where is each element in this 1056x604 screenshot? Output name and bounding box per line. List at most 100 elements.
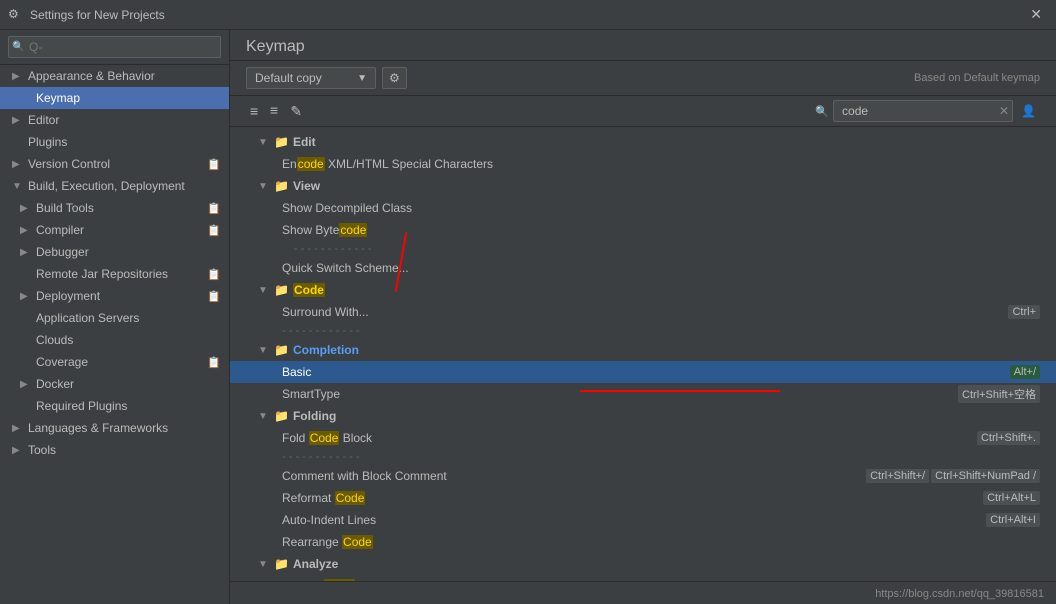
- sidebar-item-clouds[interactable]: Clouds: [0, 329, 229, 351]
- sidebar-item-label: Docker: [36, 377, 74, 391]
- sidebar-item-label: Clouds: [36, 333, 73, 347]
- km-shortcut: Ctrl+: [1008, 305, 1040, 319]
- sidebar-item-label: Required Plugins: [36, 399, 127, 413]
- km-item-quick-switch[interactable]: Quick Switch Scheme...: [230, 257, 1056, 279]
- arrow-down-icon: ▼: [258, 137, 272, 148]
- sidebar-item-keymap[interactable]: Keymap: [0, 87, 229, 109]
- km-group-edit[interactable]: ▼ 📁 Edit: [230, 131, 1056, 153]
- highlight-code: Code: [309, 431, 340, 445]
- search-options-button[interactable]: 👤: [1017, 102, 1040, 120]
- edit-button[interactable]: ✎: [286, 101, 306, 122]
- sidebar-item-remote-jar[interactable]: Remote Jar Repositories 📋: [0, 263, 229, 285]
- km-item-basic[interactable]: Basic Alt+/: [230, 361, 1056, 383]
- sidebar-item-deployment[interactable]: ▶ Deployment 📋: [0, 285, 229, 307]
- km-label: SmartType: [282, 387, 954, 401]
- app-icon: ⚙: [8, 7, 24, 23]
- copy-icon: 📋: [207, 202, 221, 215]
- km-item-comment-block[interactable]: Comment with Block Comment Ctrl+Shift+/ …: [230, 465, 1056, 487]
- keymap-controls: Default copy ▼ ⚙ Based on Default keymap: [230, 61, 1056, 96]
- sidebar-item-plugins[interactable]: Plugins: [0, 131, 229, 153]
- search-wrap: [8, 36, 221, 58]
- km-label: Basic: [282, 365, 644, 379]
- highlight-code: code: [339, 223, 367, 237]
- sidebar-item-app-servers[interactable]: Application Servers: [0, 307, 229, 329]
- highlight-code: code: [297, 157, 325, 171]
- keymap-dropdown[interactable]: Default copy ▼: [246, 67, 376, 89]
- main-content: ▶ Appearance & Behavior Keymap ▶ Editor …: [0, 30, 1056, 604]
- chevron-down-icon: ▼: [357, 73, 367, 84]
- close-button[interactable]: ✕: [1024, 4, 1048, 25]
- km-group-folding[interactable]: ▼ 📁 Folding: [230, 405, 1056, 427]
- sidebar-item-label: Debugger: [36, 245, 89, 259]
- km-item-auto-indent[interactable]: Auto-Indent Lines Ctrl+Alt+I: [230, 509, 1056, 531]
- sidebar-item-appearance[interactable]: ▶ Appearance & Behavior: [0, 65, 229, 87]
- km-label: Comment with Block Comment: [282, 469, 862, 483]
- sidebar-item-label: Remote Jar Repositories: [36, 267, 168, 281]
- arrow-down-icon: ▼: [258, 559, 272, 570]
- sidebar-item-label: Coverage: [36, 355, 88, 369]
- km-group-analyze[interactable]: ▼ 📁 Analyze: [230, 553, 1056, 575]
- sidebar-item-label: Keymap: [36, 91, 80, 105]
- copy-icon: 📋: [207, 158, 221, 171]
- arrow-down-icon: ▼: [258, 285, 272, 296]
- sidebar-item-editor[interactable]: ▶ Editor: [0, 109, 229, 131]
- km-item-fold-code[interactable]: Fold Code Block Ctrl+Shift+.: [230, 427, 1056, 449]
- km-item-show-decompiled[interactable]: Show Decompiled Class: [230, 197, 1056, 219]
- km-item-smarttype[interactable]: SmartType Ctrl+Shift+空格: [230, 383, 1056, 405]
- copy-icon: 📋: [207, 356, 221, 369]
- arrow-spacer: [20, 313, 32, 324]
- copy-icon: 📋: [207, 290, 221, 303]
- km-group-view[interactable]: ▼ 📁 View: [230, 175, 1056, 197]
- sidebar-item-debugger[interactable]: ▶ Debugger: [0, 241, 229, 263]
- km-shortcut-alt: Alt+/: [1010, 365, 1040, 379]
- sidebar-search-input[interactable]: [8, 36, 221, 58]
- folder-icon: 📁: [274, 409, 289, 423]
- sidebar-item-docker[interactable]: ▶ Docker: [0, 373, 229, 395]
- sidebar-item-label: Languages & Frameworks: [28, 421, 168, 435]
- expand-all-button[interactable]: ≡: [266, 101, 282, 121]
- km-item-reformat[interactable]: Reformat Code Ctrl+Alt+L: [230, 487, 1056, 509]
- search-clear-button[interactable]: ✕: [999, 104, 1009, 118]
- km-label: Completion: [293, 343, 1040, 357]
- folder-icon: 📁: [274, 557, 289, 571]
- km-label: Reformat Code: [282, 491, 979, 505]
- collapse-all-button[interactable]: ≡: [246, 101, 262, 121]
- km-item-encode-xml[interactable]: Encode XML/HTML Special Characters: [230, 153, 1056, 175]
- arrow-icon: ▶: [20, 247, 32, 258]
- km-label: Encode XML/HTML Special Characters: [282, 157, 1040, 171]
- window-title: Settings for New Projects: [30, 8, 1024, 22]
- highlight-code: Code: [342, 535, 373, 549]
- sidebar-item-tools[interactable]: ▶ Tools: [0, 439, 229, 461]
- arrow-icon: ▶: [12, 445, 24, 456]
- sidebar-item-build-execution[interactable]: ▼ Build, Execution, Deployment: [0, 175, 229, 197]
- km-divider-2: - - - - - - - - - - - -: [230, 323, 1056, 339]
- sidebar: ▶ Appearance & Behavior Keymap ▶ Editor …: [0, 30, 230, 604]
- arrow-icon: ▶: [12, 115, 24, 126]
- km-group-code[interactable]: ▼ 📁 Code: [230, 279, 1056, 301]
- km-group-completion[interactable]: ▼ 📁 Completion: [230, 339, 1056, 361]
- sidebar-item-version-control[interactable]: ▶ Version Control 📋: [0, 153, 229, 175]
- highlight-code: Code: [293, 283, 325, 297]
- km-item-rearrange[interactable]: Rearrange Code: [230, 531, 1056, 553]
- keymap-search-input[interactable]: [833, 100, 1013, 122]
- arrow-spacer: [20, 269, 32, 280]
- km-item-surround-with[interactable]: Surround With... Ctrl+: [230, 301, 1056, 323]
- sidebar-item-build-tools[interactable]: ▶ Build Tools 📋: [0, 197, 229, 219]
- km-label: Code: [293, 283, 1040, 297]
- panel-title: Keymap: [246, 38, 305, 56]
- km-item-show-bytecode[interactable]: Show Bytecode: [230, 219, 1056, 241]
- sidebar-item-coverage[interactable]: Coverage 📋: [0, 351, 229, 373]
- km-shortcut-reformat: Ctrl+Alt+L: [983, 491, 1040, 505]
- folder-icon: 📁: [274, 135, 289, 149]
- search-right: 🔍 ✕ 👤: [815, 100, 1040, 122]
- folder-icon: 📁: [274, 343, 289, 357]
- sidebar-item-languages[interactable]: ▶ Languages & Frameworks: [0, 417, 229, 439]
- folder-icon: 📁: [274, 179, 289, 193]
- gear-button[interactable]: ⚙: [382, 67, 407, 89]
- sidebar-item-required-plugins[interactable]: Required Plugins: [0, 395, 229, 417]
- arrow-icon: ▶: [20, 225, 32, 236]
- sidebar-item-compiler[interactable]: ▶ Compiler 📋: [0, 219, 229, 241]
- km-shortcut-comment1: Ctrl+Shift+/: [866, 469, 929, 483]
- sidebar-item-label: Build Tools: [36, 201, 94, 215]
- arrow-icon: ▶: [20, 203, 32, 214]
